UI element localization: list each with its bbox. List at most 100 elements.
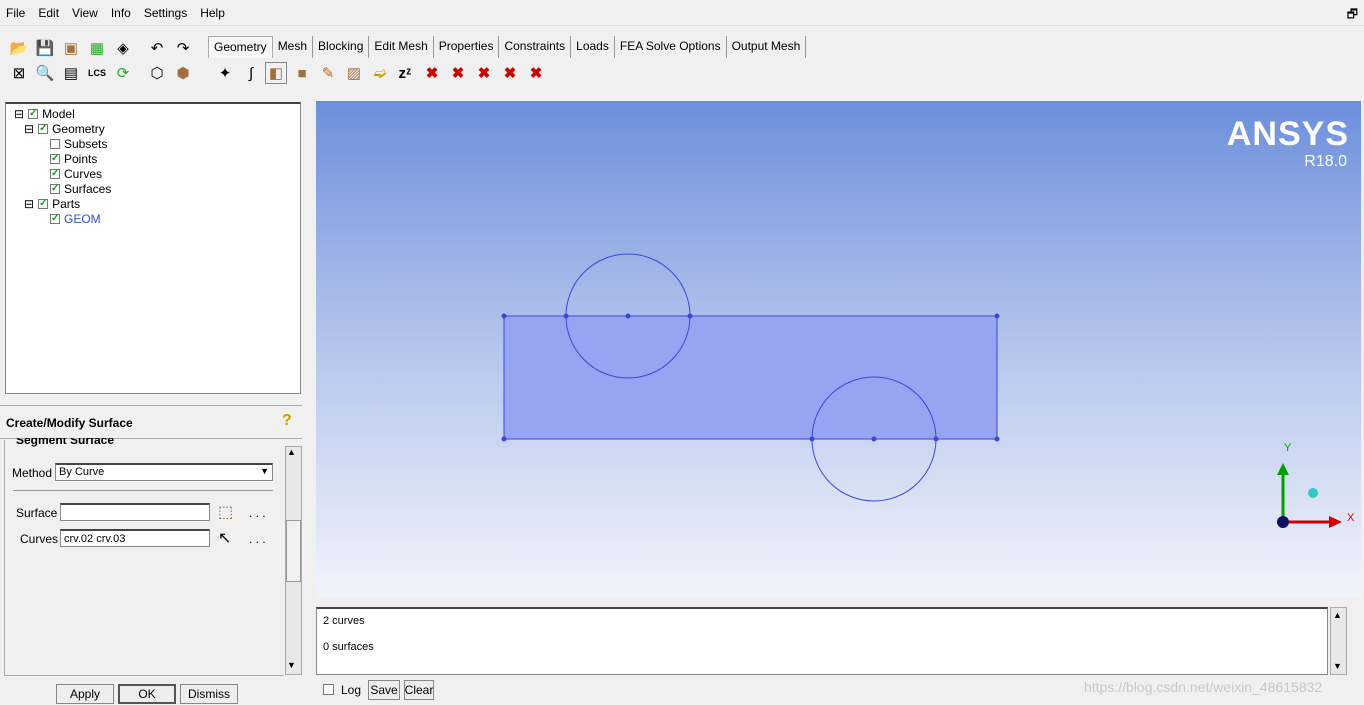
create-surface-icon[interactable]: ◧ [265,62,287,84]
tree-item-model[interactable]: ⊟ ✓ Model [14,107,75,121]
tree-item-parts[interactable]: ⊟ ✓ Parts [24,197,80,211]
point [687,313,693,319]
dismiss-button[interactable]: Dismiss [180,684,238,704]
surface-input[interactable] [60,503,210,521]
fit-window-icon[interactable]: ⊠ [8,62,30,84]
version-label: R18.0 [1304,153,1347,170]
restore-window-icon[interactable]: 🗗 [1347,5,1358,26]
open-mesh-icon[interactable]: ◈ [112,37,134,59]
scroll-up-icon[interactable]: ▲ [287,447,296,457]
clear-log-button[interactable]: Clear [404,680,434,700]
solid-icon[interactable]: ⬢ [172,62,194,84]
restore-dormant-icon[interactable]: zᶻ [394,62,416,84]
checkbox-icon[interactable]: ✓ [50,169,60,179]
tab-output-mesh[interactable]: Output Mesh [727,36,807,58]
transform-geometry-icon[interactable]: ▨ [343,62,365,84]
measure-icon[interactable]: ▤ [60,62,82,84]
x-axis-label: X [1347,512,1355,524]
point [501,436,507,442]
undo-icon[interactable]: ↶ [146,37,168,59]
log-checkbox[interactable] [323,684,334,695]
repair-geometry-icon[interactable]: ✎ [317,62,339,84]
surface-label: Surface [16,506,58,520]
z-axis-point [1308,488,1318,498]
open-geometry-icon[interactable]: ▣ [60,37,82,59]
checkbox-icon[interactable]: ✓ [50,214,60,224]
tree-item-geom[interactable]: ✓ GEOM [50,212,101,226]
ok-button[interactable]: OK [118,684,176,704]
scrollbar-thumb[interactable] [286,520,301,582]
log-line: 0 surfaces [323,641,374,653]
point [809,436,815,442]
open-blocking-icon[interactable]: ▦ [86,37,108,59]
point [994,313,1000,319]
checkbox-icon[interactable]: ✓ [38,199,49,209]
delete-curve-icon[interactable]: ✖ [447,62,469,84]
tab-constraints[interactable]: Constraints [499,36,572,58]
method-select[interactable]: By Curve ▼ [55,463,273,481]
delete-any-icon[interactable]: ✖ [525,62,547,84]
method-label: Method [12,466,53,480]
tab-geometry[interactable]: Geometry [208,36,273,58]
delete-body-icon[interactable]: ✖ [499,62,521,84]
menu-view[interactable]: View [72,6,98,20]
checkbox-icon[interactable]: ✓ [50,154,60,164]
save-log-button[interactable]: Save [368,680,400,700]
tab-fea-solve-options[interactable]: FEA Solve Options [615,36,727,58]
create-point-icon[interactable]: ✦ [214,62,236,84]
select-surface-icon[interactable]: ⬚ [218,502,233,522]
point [501,313,507,319]
y-arrow [1277,463,1289,475]
delete-surface-icon[interactable]: ✖ [473,62,495,84]
tab-loads[interactable]: Loads [571,36,615,58]
tree-item-geometry[interactable]: ⊟ ✓ Geometry [24,122,105,136]
log-label: Log [341,683,362,697]
open-icon[interactable]: 📂 [8,37,30,59]
geometry-canvas [501,253,1342,528]
point [933,436,939,442]
graphics-viewport[interactable]: ANSYS R18.0 Y X [316,101,1361,598]
checkbox-icon[interactable]: ✓ [50,184,60,194]
refresh-icon[interactable]: ⟳ [112,62,134,84]
tab-mesh[interactable]: Mesh [273,36,314,58]
watermark: https://blog.csdn.net/weixin_48615832 [1084,679,1323,695]
surface-more-button[interactable]: . . . [249,506,266,520]
divider [13,490,273,491]
tab-edit-mesh[interactable]: Edit Mesh [369,36,434,58]
checkbox-icon[interactable]: ✓ [38,124,49,134]
tree-item-surfaces[interactable]: ✓ Surfaces [50,182,111,196]
scroll-down-icon[interactable]: ▼ [1333,661,1342,671]
delete-point-icon[interactable]: ✖ [421,62,443,84]
curves-more-button[interactable]: . . . [249,532,266,546]
tree-item-points[interactable]: ✓ Points [50,152,97,166]
panel-title: Create/Modify Surface [0,405,302,439]
point [994,436,1000,442]
tab-properties[interactable]: Properties [434,36,500,58]
save-icon[interactable]: 💾 [34,37,56,59]
zoom-box-icon[interactable]: 🔍 [34,62,56,84]
lcs-icon[interactable]: LCS [86,62,108,84]
create-curve-icon[interactable]: ∫ [240,62,262,84]
redo-icon[interactable]: ↷ [172,37,194,59]
help-icon[interactable]: ? [282,412,292,430]
curves-input[interactable] [60,529,210,547]
tree-item-subsets[interactable]: Subsets [50,137,107,151]
model-tree: ⊟ ✓ Model ⊟ ✓ Geometry Subsets ✓ Points ✓ Curv… [5,102,301,394]
menu-file[interactable]: File [6,6,25,20]
menu-settings[interactable]: Settings [144,6,187,20]
scroll-down-icon[interactable]: ▼ [287,660,296,670]
checkbox-icon[interactable]: ✓ [28,109,39,119]
menu-info[interactable]: Info [111,6,131,20]
wireframe-icon[interactable]: ⬡ [146,62,168,84]
menu-edit[interactable]: Edit [38,6,59,20]
checkbox-icon[interactable] [50,139,60,149]
scroll-up-icon[interactable]: ▲ [1333,610,1342,620]
create-body-icon[interactable]: ■ [291,62,313,84]
tab-blocking[interactable]: Blocking [313,36,370,58]
select-curves-icon[interactable]: ↖ [218,528,231,548]
midsurface-icon[interactable]: ➫ [369,62,391,84]
tree-item-curves[interactable]: ✓ Curves [50,167,102,181]
x-arrow [1329,516,1342,528]
apply-button[interactable]: Apply [56,684,114,704]
menu-help[interactable]: Help [200,6,225,20]
